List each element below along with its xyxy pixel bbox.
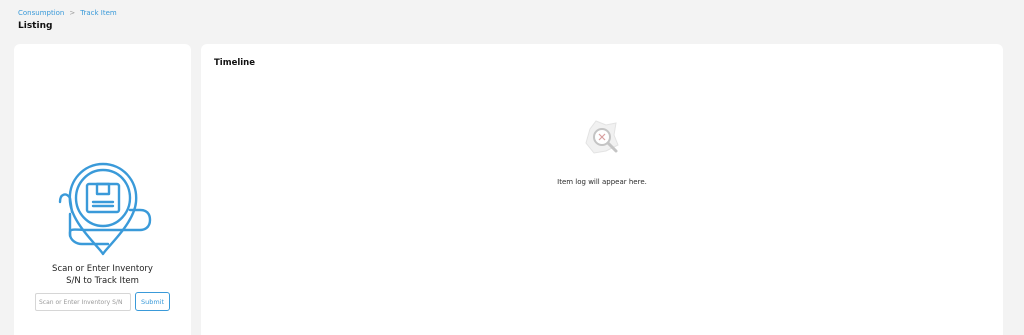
scan-prompt-line2: S/N to Track Item [66,276,139,286]
scan-prompt-line1: Scan or Enter Inventory [52,264,153,274]
search-no-results-icon [585,120,619,154]
scan-panel: Scan or Enter Inventory S/N to Track Ite… [14,44,191,335]
breadcrumb-track-item-link[interactable]: Track Item [80,9,116,17]
breadcrumb: Consumption > Track Item [18,9,117,17]
breadcrumb-separator: > [69,9,76,17]
submit-button[interactable]: Submit [135,292,170,311]
page-title: Listing [18,21,53,31]
scan-prompt: Scan or Enter Inventory S/N to Track Ite… [22,263,183,287]
inventory-sn-input[interactable] [35,293,131,311]
header-bar: Consumption > Track Item Listing [0,0,1024,40]
timeline-panel: Timeline Item log will appear here. [201,44,1003,335]
breadcrumb-consumption-link[interactable]: Consumption [18,9,64,17]
timeline-empty-message: Item log will appear here. [557,178,647,186]
timeline-title: Timeline [214,58,255,68]
